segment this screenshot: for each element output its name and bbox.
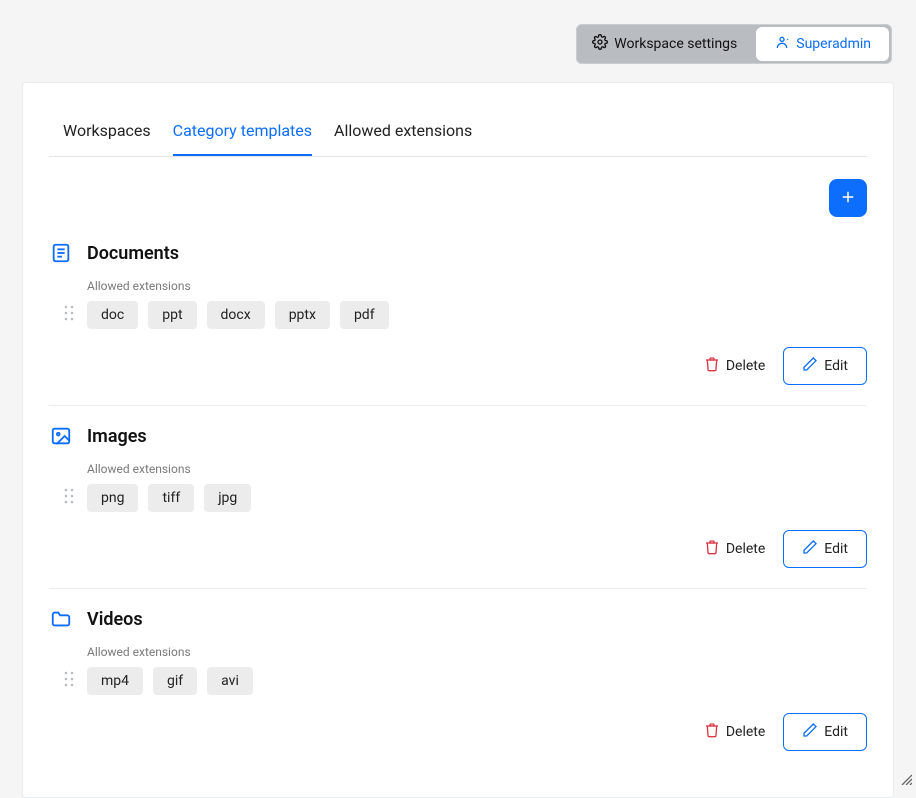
extension-chip-list: docpptdocx pptxpdf [87, 301, 389, 329]
edit-label: Edit [824, 358, 848, 374]
superadmin-icon [774, 34, 790, 54]
extension-chip-list: mp4 gifavi [87, 667, 253, 695]
edit-button[interactable]: Edit [783, 347, 867, 385]
extension-chip: pdf [340, 301, 389, 329]
trash-icon [704, 722, 720, 742]
workspace-settings-button[interactable]: Workspace settings [576, 24, 753, 64]
allowed-extensions-label: Allowed extensions [87, 279, 867, 293]
trash-icon [704, 539, 720, 559]
folder-icon [49, 607, 73, 631]
image-icon [49, 424, 73, 448]
category-row: Documents Allowed extensions docpptdocxp… [49, 223, 867, 406]
category-title: Images [87, 426, 147, 447]
extension-chip: mp4 [87, 667, 143, 695]
extension-chip: pptx [275, 301, 330, 329]
delete-label: Delete [726, 541, 765, 557]
pencil-icon [802, 356, 818, 376]
add-category-button[interactable] [829, 179, 867, 217]
delete-button[interactable]: Delete [704, 356, 765, 376]
category-title: Videos [87, 609, 143, 630]
extension-chip-list: pngtiffjpg [87, 484, 251, 512]
allowed-extensions-label: Allowed extensions [87, 462, 867, 476]
pencil-icon [802, 722, 818, 742]
drag-handle-icon[interactable] [63, 670, 77, 692]
extension-chip: png [87, 484, 138, 512]
resize-handle-icon[interactable] [900, 770, 912, 789]
drag-handle-icon[interactable] [63, 304, 77, 326]
edit-label: Edit [824, 724, 848, 740]
extension-chip: tiff [148, 484, 194, 512]
extension-chip: doc [87, 301, 138, 329]
category-title: Documents [87, 243, 179, 264]
allowed-extensions-label: Allowed extensions [87, 645, 867, 659]
category-row: Videos Allowed extensions mp4 gifavi Dele… [49, 589, 867, 771]
gear-icon [592, 34, 608, 54]
delete-button[interactable]: Delete [704, 539, 765, 559]
edit-label: Edit [824, 541, 848, 557]
edit-button[interactable]: Edit [783, 713, 867, 751]
plus-icon [839, 188, 857, 209]
main-panel: Workspaces Category templates Allowed ex… [22, 82, 894, 798]
extension-chip: ppt [148, 301, 196, 329]
tab-category-templates[interactable]: Category templates [173, 107, 312, 156]
delete-label: Delete [726, 358, 765, 374]
settings-toggle-group: Workspace settings Superadmin [576, 24, 892, 64]
edit-button[interactable]: Edit [783, 530, 867, 568]
workspace-settings-label: Workspace settings [614, 36, 737, 52]
superadmin-button[interactable]: Superadmin [756, 27, 889, 61]
extension-chip: avi [207, 667, 253, 695]
delete-button[interactable]: Delete [704, 722, 765, 742]
tabs: Workspaces Category templates Allowed ex… [49, 107, 867, 157]
extension-chip: gif [153, 667, 197, 695]
tab-allowed-extensions[interactable]: Allowed extensions [334, 107, 472, 156]
superadmin-label: Superadmin [796, 36, 871, 52]
extension-chip: docx [207, 301, 265, 329]
delete-label: Delete [726, 724, 765, 740]
extension-chip: jpg [204, 484, 251, 512]
category-row: Images Allowed extensions pngtiffjpg Del… [49, 406, 867, 589]
document-icon [49, 241, 73, 265]
pencil-icon [802, 539, 818, 559]
tab-workspaces[interactable]: Workspaces [63, 107, 151, 156]
trash-icon [704, 356, 720, 376]
drag-handle-icon[interactable] [63, 487, 77, 509]
